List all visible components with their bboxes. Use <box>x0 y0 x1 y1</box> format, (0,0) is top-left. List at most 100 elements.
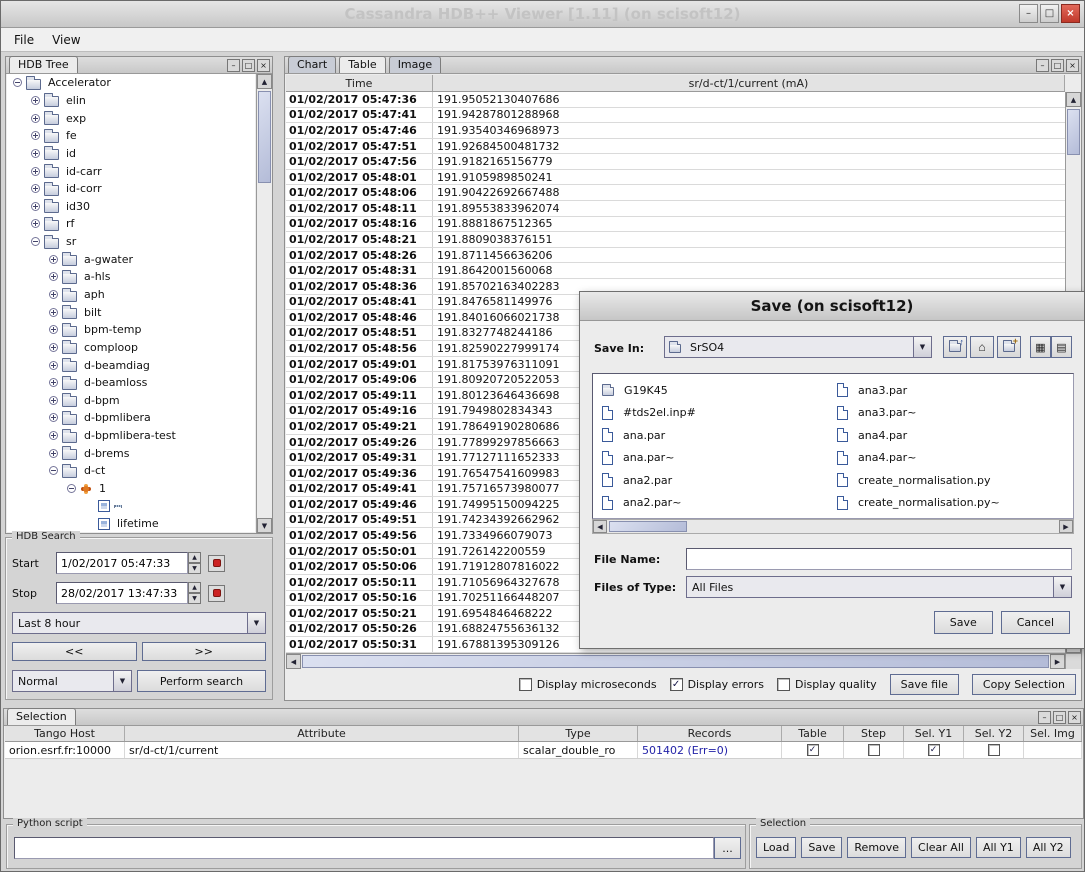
file-item[interactable]: ana.par <box>602 424 832 447</box>
tree-node[interactable]: elin <box>7 92 255 110</box>
display-microseconds-checkbox[interactable]: Display microseconds <box>519 678 657 691</box>
file-list-scrollbar[interactable]: ◀ ▶ <box>592 519 1074 534</box>
tree-node[interactable] <box>7 497 255 515</box>
save-in-combo[interactable]: SrSO4 ▼ <box>664 336 932 358</box>
dialog-cancel-button[interactable]: Cancel <box>1001 611 1070 634</box>
scroll-right-button[interactable]: ▶ <box>1050 654 1065 669</box>
titlebar[interactable]: Cassandra HDB++ Viewer [1.11] (on scisof… <box>1 1 1084 28</box>
table-row[interactable]: 01/02/2017 05:48:11 191.89553833962074 <box>286 201 1065 217</box>
tree-node[interactable]: lifetime <box>7 515 255 532</box>
tree-expander-icon[interactable] <box>49 255 58 264</box>
search-mode-combo[interactable]: Normal ▼ <box>12 670 132 692</box>
tree-expander-icon[interactable] <box>49 413 58 422</box>
tree-node[interactable]: d-brems <box>7 444 255 462</box>
scrollbar-thumb[interactable] <box>1067 109 1080 155</box>
tree-node[interactable]: 1 <box>7 480 255 498</box>
tree-expander-icon[interactable] <box>31 114 40 123</box>
home-button[interactable]: ⌂ <box>970 336 994 358</box>
scrollbar-thumb[interactable] <box>609 521 687 532</box>
all-y1-button[interactable]: All Y1 <box>976 837 1021 858</box>
close-button[interactable]: × <box>1066 59 1079 72</box>
file-item[interactable]: ana2.par <box>602 469 832 492</box>
tree-node[interactable]: bilt <box>7 303 255 321</box>
menu-file[interactable]: File <box>5 30 43 50</box>
tree-node[interactable]: rf <box>7 215 255 233</box>
tree-expander-icon[interactable] <box>49 325 58 334</box>
close-button[interactable]: × <box>257 59 270 72</box>
file-item[interactable]: ana.par~ <box>602 447 832 470</box>
tree-expander-icon[interactable] <box>49 361 58 370</box>
display-errors-checkbox[interactable]: ✓ Display errors <box>670 678 764 691</box>
perform-search-button[interactable]: Perform search <box>137 670 266 692</box>
table-horizontal-scrollbar[interactable]: ◀ ▶ <box>286 653 1065 669</box>
clear-all-button[interactable]: Clear All <box>911 837 971 858</box>
start-date-input[interactable] <box>56 552 188 574</box>
table-checkbox[interactable]: ✓ <box>807 744 819 756</box>
menu-view[interactable]: View <box>43 30 89 50</box>
tree-node[interactable]: d-beamloss <box>7 374 255 392</box>
tree-expander-icon[interactable] <box>49 378 58 387</box>
maximize-button[interactable]: □ <box>242 59 255 72</box>
tab-table[interactable]: Table <box>339 56 385 73</box>
maximize-button[interactable]: □ <box>1040 4 1059 23</box>
tab-chart[interactable]: Chart <box>288 56 336 73</box>
tree-expander-icon[interactable] <box>31 184 40 193</box>
tree-node[interactable]: d-ct <box>7 462 255 480</box>
maximize-button[interactable]: □ <box>1051 59 1064 72</box>
stop-date-input[interactable] <box>56 582 188 604</box>
step-checkbox[interactable] <box>868 744 880 756</box>
file-item[interactable]: ana2.par~ <box>602 492 832 515</box>
new-folder-button[interactable]: + <box>997 336 1021 358</box>
scrollbar-thumb[interactable] <box>302 655 1049 668</box>
tree-node[interactable]: bpm-temp <box>7 321 255 339</box>
minimize-button[interactable]: – <box>227 59 240 72</box>
start-now-button[interactable] <box>208 555 225 572</box>
load-button[interactable]: Load <box>756 837 796 858</box>
save-button[interactable]: Save <box>801 837 842 858</box>
tree-node[interactable]: aph <box>7 286 255 304</box>
file-item[interactable]: ana4.par <box>837 424 1067 447</box>
dialog-save-button[interactable]: Save <box>934 611 993 634</box>
tree-expander-icon[interactable] <box>31 202 40 211</box>
column-header-tango-host[interactable]: Tango Host <box>5 726 125 741</box>
table-row[interactable]: 01/02/2017 05:48:26 191.8711456636206 <box>286 248 1065 264</box>
tree-expander-icon[interactable] <box>13 78 22 87</box>
close-button[interactable]: × <box>1068 711 1081 724</box>
table-row[interactable]: 01/02/2017 05:48:16 191.8881867512365 <box>286 217 1065 233</box>
file-item[interactable]: ana4.par~ <box>837 447 1067 470</box>
spin-up-button[interactable]: ▲ <box>188 582 201 593</box>
file-item[interactable]: create_normalisation.py~ <box>837 492 1067 515</box>
tree-node[interactable]: id-carr <box>7 162 255 180</box>
stop-now-button[interactable] <box>208 585 225 602</box>
column-header-attribute[interactable]: Attribute <box>125 726 519 741</box>
table-row[interactable]: 01/02/2017 05:47:36 191.95052130407686 <box>286 92 1065 108</box>
tree-node[interactable]: d-bpm <box>7 392 255 410</box>
tree-expander-icon[interactable] <box>49 343 58 352</box>
tree-node[interactable]: d-bpmlibera-test <box>7 427 255 445</box>
tree-expander-icon[interactable] <box>49 431 58 440</box>
maximize-button[interactable]: □ <box>1053 711 1066 724</box>
minimize-button[interactable]: – <box>1019 4 1038 23</box>
tree-expander-icon[interactable] <box>31 149 40 158</box>
scroll-up-button[interactable]: ▲ <box>257 74 272 89</box>
next-range-button[interactable]: >> <box>142 642 267 661</box>
column-header-attribute[interactable]: sr/d-ct/1/current (mA) <box>433 75 1065 91</box>
tree-expander-icon[interactable] <box>49 396 58 405</box>
tree-node[interactable]: fe <box>7 127 255 145</box>
file-name-input[interactable] <box>686 548 1072 570</box>
spin-down-button[interactable]: ▼ <box>188 593 201 604</box>
tree-node[interactable]: a-gwater <box>7 250 255 268</box>
tree-expander-icon[interactable] <box>31 167 40 176</box>
column-header-records[interactable]: Records <box>638 726 782 741</box>
all-y2-button[interactable]: All Y2 <box>1026 837 1071 858</box>
table-row[interactable]: 01/02/2017 05:48:31 191.8642001560068 <box>286 263 1065 279</box>
tree-expander-icon[interactable] <box>31 219 40 228</box>
table-row[interactable]: 01/02/2017 05:47:41 191.94287801288968 <box>286 108 1065 124</box>
copy-selection-button[interactable]: Copy Selection <box>972 674 1076 695</box>
tree-node[interactable]: id-corr <box>7 180 255 198</box>
table-row[interactable]: 01/02/2017 05:48:21 191.8809038376151 <box>286 232 1065 248</box>
tree-scrollbar[interactable]: ▲ ▼ <box>256 74 272 533</box>
tree-node[interactable]: d-beamdiag <box>7 356 255 374</box>
tree-expander-icon[interactable] <box>49 449 58 458</box>
column-header-step[interactable]: Step <box>844 726 904 741</box>
